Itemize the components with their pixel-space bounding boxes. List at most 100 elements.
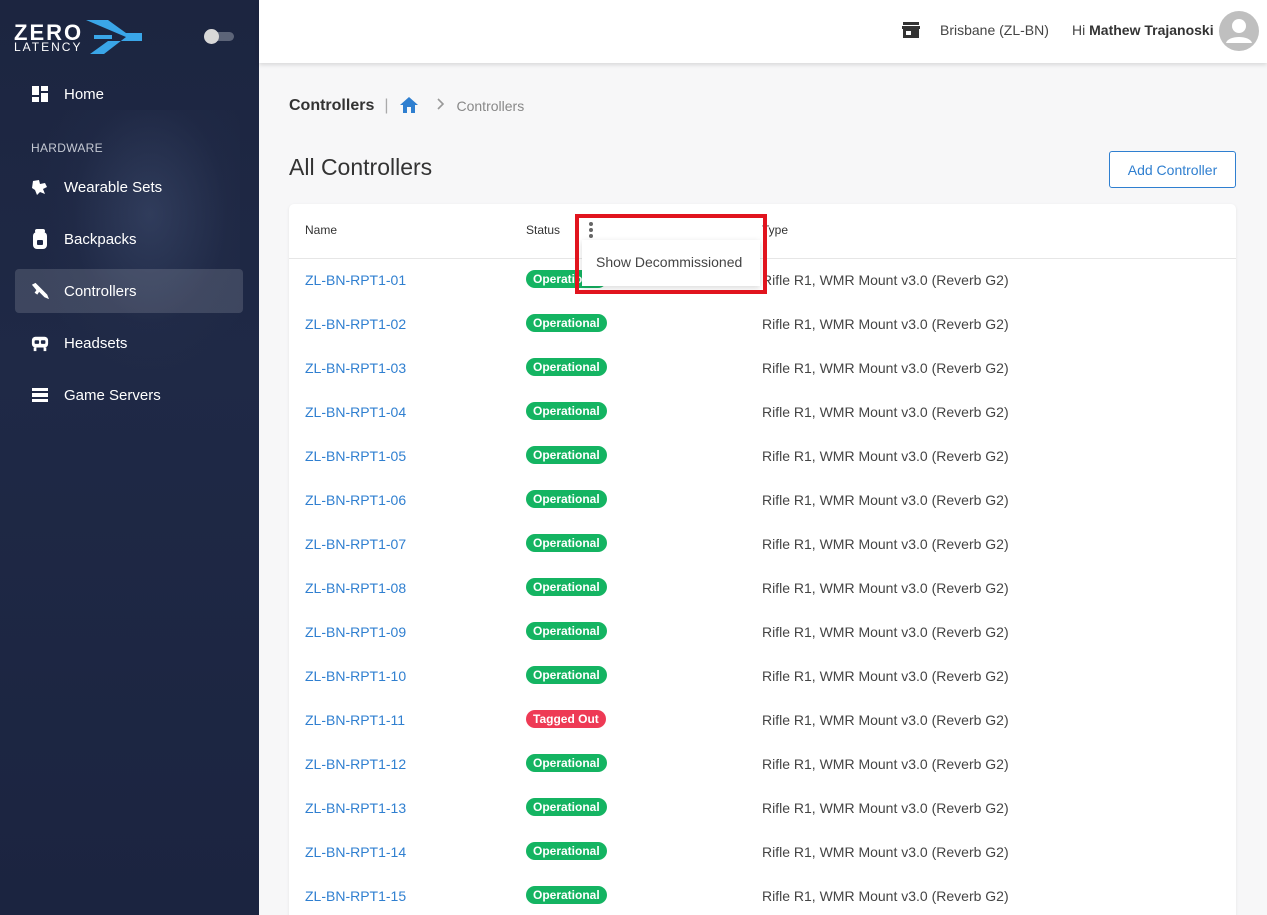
table-row: ZL-BN-RPT1-14 Operational Rifle R1, WMR Mo… [289,830,1236,874]
table-row: ZL-BN-RPT1-08 Operational Rifle R1, WMR Mo… [289,566,1236,610]
column-header-name[interactable]: Name [305,223,337,237]
column-menu-dropdown: Show Decommissioned [582,240,760,286]
status-badge: Operational [526,314,607,332]
controller-type: Rifle R1, WMR Mount v3.0 (Reverb G2) [762,448,1009,464]
sidebar-section-hardware: HARDWARE [31,141,103,155]
chevron-right-icon [436,97,445,115]
controller-type: Rifle R1, WMR Mount v3.0 (Reverb G2) [762,756,1009,772]
status-badge: Operational [526,578,607,596]
breadcrumb-current: Controllers [456,98,525,114]
controller-type: Rifle R1, WMR Mount v3.0 (Reverb G2) [762,800,1009,816]
table-row: ZL-BN-RPT1-15 Operational Rifle R1, WMR Mo… [289,874,1236,915]
table-row: ZL-BN-RPT1-07 Operational Rifle R1, WMR Mo… [289,522,1236,566]
controller-name-link[interactable]: ZL-BN-RPT1-09 [305,624,406,640]
sidebar-item-label: Game Servers [64,386,161,404]
location-label[interactable]: Brisbane (ZL-BN) [940,22,1049,38]
add-controller-button[interactable]: Add Controller [1109,151,1236,188]
sidebar-item-label: Home [64,85,105,103]
table-row: ZL-BN-RPT1-04 Operational Rifle R1, WMR Mo… [289,390,1236,434]
controller-name-link[interactable]: ZL-BN-RPT1-07 [305,536,406,552]
controller-type: Rifle R1, WMR Mount v3.0 (Reverb G2) [762,668,1009,684]
controller-type: Rifle R1, WMR Mount v3.0 (Reverb G2) [762,360,1009,376]
table-row: ZL-BN-RPT1-05 Operational Rifle R1, WMR Mo… [289,434,1236,478]
sidebar-item-label: Backpacks [64,230,137,248]
status-badge: Operational [526,666,607,684]
sidebar-item-game-servers[interactable]: Game Servers [15,373,243,417]
breadcrumb-title: Controllers [289,97,375,114]
sidebar-item-backpacks[interactable]: Backpacks [15,217,243,261]
show-decommissioned-option[interactable]: Show Decommissioned [596,254,742,270]
controller-name-link[interactable]: ZL-BN-RPT1-15 [305,888,406,904]
controller-type: Rifle R1, WMR Mount v3.0 (Reverb G2) [762,536,1009,552]
controller-name-link[interactable]: ZL-BN-RPT1-04 [305,404,406,420]
logo-text-line2: LATENCY [14,40,83,54]
status-badge: Operational [526,534,607,552]
status-badge: Operational [526,842,607,860]
greeting-prefix: Hi [1072,22,1086,38]
home-icon[interactable] [399,96,419,116]
controller-name-link[interactable]: ZL-BN-RPT1-02 [305,316,406,332]
controller-name-link[interactable]: ZL-BN-RPT1-03 [305,360,406,376]
controller-name-link[interactable]: ZL-BN-RPT1-13 [305,800,406,816]
table-row: ZL-BN-RPT1-13 Operational Rifle R1, WMR Mo… [289,786,1236,830]
controller-type: Rifle R1, WMR Mount v3.0 (Reverb G2) [762,404,1009,420]
backpack-icon [31,229,49,249]
controller-type: Rifle R1, WMR Mount v3.0 (Reverb G2) [762,712,1009,728]
controller-name-link[interactable]: ZL-BN-RPT1-12 [305,756,406,772]
controller-type: Rifle R1, WMR Mount v3.0 (Reverb G2) [762,624,1009,640]
sidebar-item-home[interactable]: Home [15,72,243,116]
controller-type: Rifle R1, WMR Mount v3.0 (Reverb G2) [762,316,1009,332]
user-avatar-icon [1226,19,1252,43]
controller-name-link[interactable]: ZL-BN-RPT1-08 [305,580,406,596]
sidebar-item-label: Controllers [64,282,137,300]
server-icon [31,386,49,404]
zero-latency-logo[interactable]: ZERO LATENCY [14,18,142,56]
wearable-icon [31,178,49,196]
column-header-type[interactable]: Type [762,223,788,237]
headset-icon [31,334,49,352]
logo-wing-icon [86,20,142,54]
page-title: All Controllers [289,154,433,180]
status-badge: Operational [526,446,607,464]
table-row: ZL-BN-RPT1-09 Operational Rifle R1, WMR Mo… [289,610,1236,654]
table-row: ZL-BN-RPT1-01 Operational Rifle R1, WMR Mo… [289,258,1236,302]
sidebar-item-wearable-sets[interactable]: Wearable Sets [15,165,243,209]
controller-name-link[interactable]: ZL-BN-RPT1-06 [305,492,406,508]
user-greeting: Hi Mathew Trajanoski [1072,22,1214,38]
column-menu-icon[interactable] [584,221,598,239]
status-badge: Operational [526,886,607,904]
breadcrumb-divider: | [384,97,389,114]
controller-name-link[interactable]: ZL-BN-RPT1-01 [305,272,406,288]
status-badge: Operational [526,622,607,640]
status-badge: Operational [526,490,607,508]
table-row: ZL-BN-RPT1-02 Operational Rifle R1, WMR Mo… [289,302,1236,346]
controller-type: Rifle R1, WMR Mount v3.0 (Reverb G2) [762,888,1009,904]
table-row: ZL-BN-RPT1-10 Operational Rifle R1, WMR Mo… [289,654,1236,698]
status-badge: Operational [526,798,607,816]
controller-name-link[interactable]: ZL-BN-RPT1-14 [305,844,406,860]
controller-name-link[interactable]: ZL-BN-RPT1-11 [305,712,405,728]
status-badge: Operational [526,358,607,376]
table-row: ZL-BN-RPT1-06 Operational Rifle R1, WMR Mo… [289,478,1236,522]
controller-name-link[interactable]: ZL-BN-RPT1-10 [305,668,406,684]
table-row: ZL-BN-RPT1-03 Operational Rifle R1, WMR Mo… [289,346,1236,390]
user-name: Mathew Trajanoski [1089,22,1214,38]
controller-type: Rifle R1, WMR Mount v3.0 (Reverb G2) [762,272,1009,288]
store-icon[interactable] [902,21,920,44]
controller-name-link[interactable]: ZL-BN-RPT1-05 [305,448,406,464]
status-badge: Operational [526,402,607,420]
theme-toggle[interactable] [204,29,234,44]
breadcrumb: Controllers | Controllers [289,96,524,116]
controller-icon [31,282,49,300]
top-bar: Brisbane (ZL-BN) Hi Mathew Trajanoski [259,0,1267,63]
controller-type: Rifle R1, WMR Mount v3.0 (Reverb G2) [762,580,1009,596]
dashboard-icon [31,85,49,103]
controller-type: Rifle R1, WMR Mount v3.0 (Reverb G2) [762,492,1009,508]
avatar[interactable] [1219,11,1259,51]
status-badge: Tagged Out [526,710,606,728]
sidebar-item-headsets[interactable]: Headsets [15,321,243,365]
column-header-status[interactable]: Status [526,223,560,237]
controller-type: Rifle R1, WMR Mount v3.0 (Reverb G2) [762,844,1009,860]
table-row: ZL-BN-RPT1-12 Operational Rifle R1, WMR Mo… [289,742,1236,786]
sidebar-item-controllers[interactable]: Controllers [15,269,243,313]
